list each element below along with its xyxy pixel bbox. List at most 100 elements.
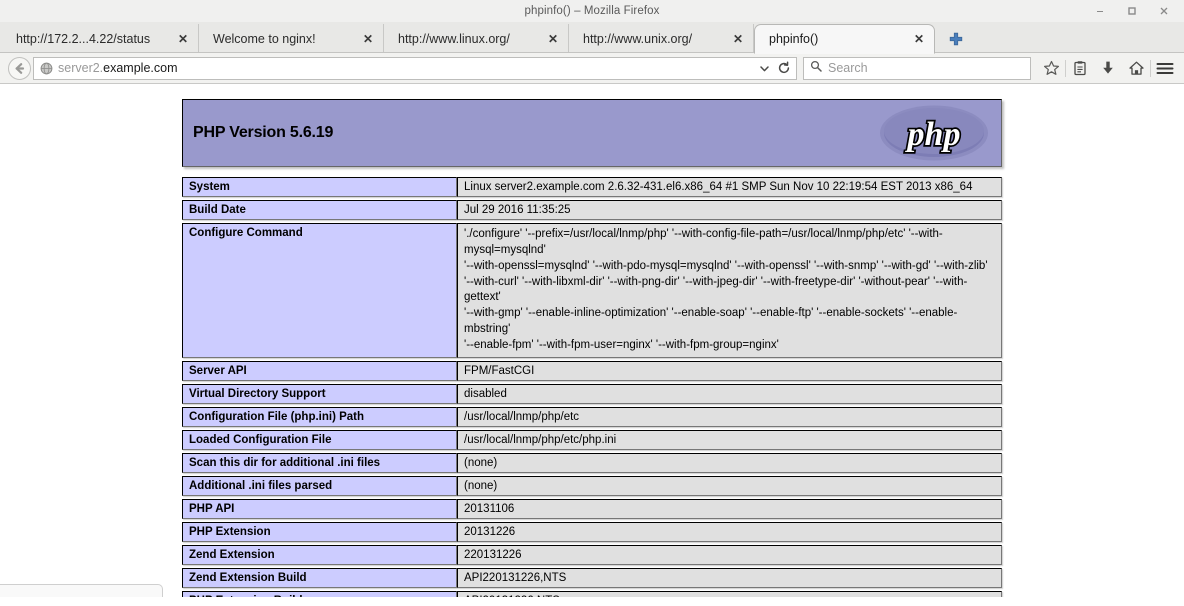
tab-label: http://www.linux.org/: [398, 31, 510, 46]
row-value: (none): [457, 452, 1002, 473]
row-value: (none): [457, 475, 1002, 496]
tab-linux-org[interactable]: http://www.linux.org/ ✕: [384, 24, 569, 53]
url-bar[interactable]: server2.example.com: [33, 56, 797, 80]
configure-line: './configure' '--prefix=/usr/local/lnmp/…: [464, 228, 943, 256]
row-value: 220131226: [457, 544, 1002, 565]
row-key: Build Date: [182, 200, 457, 220]
row-key: Scan this dir for additional .ini files: [182, 452, 457, 473]
row-key: PHP Extension: [182, 521, 457, 542]
back-arrow-icon: [15, 62, 24, 74]
row-value: FPM/FastCGI: [457, 360, 1002, 381]
maximize-button[interactable]: [1116, 0, 1148, 22]
row-key: Additional .ini files parsed: [182, 475, 457, 496]
chevron-down-icon: [759, 65, 769, 71]
tab-close-icon[interactable]: ✕: [178, 33, 188, 45]
svg-text:php: php: [905, 116, 961, 153]
row-value: 20131226: [457, 521, 1002, 542]
tab-bar: http://172.2...4.22/status ✕ Welcome to …: [0, 22, 1184, 54]
plus-icon: [949, 32, 963, 45]
table-row: PHP API 20131106: [182, 498, 1002, 519]
star-icon: [1043, 60, 1059, 75]
url-dropdown-button[interactable]: [754, 58, 774, 79]
tab-close-icon[interactable]: ✕: [363, 33, 373, 45]
table-row: Configure Command './configure' '--prefi…: [182, 223, 1002, 358]
phpinfo-table: System Linux server2.example.com 2.6.32-…: [182, 174, 1002, 597]
row-value: Jul 29 2016 11:35:25: [457, 200, 1002, 220]
status-popup: [0, 584, 163, 597]
reader-list-button[interactable]: [1066, 55, 1094, 81]
tab-unix-org[interactable]: http://www.unix.org/ ✕: [569, 24, 754, 53]
url-prefix: server2.: [58, 61, 104, 75]
url-text: server2.example.com: [58, 61, 754, 75]
tab-label: http://172.2...4.22/status: [16, 31, 151, 46]
search-bar[interactable]: Search: [803, 56, 1031, 80]
minimize-button[interactable]: [1084, 0, 1116, 22]
downloads-button[interactable]: [1094, 55, 1122, 81]
search-input-placeholder: Search: [828, 61, 868, 75]
table-row: Additional .ini files parsed (none): [182, 475, 1002, 496]
table-row: Scan this dir for additional .ini files …: [182, 452, 1002, 473]
configure-line: '--with-curl' '--with-libxml-dir' '--wit…: [464, 275, 968, 304]
row-key: Configure Command: [182, 223, 457, 358]
tab-close-icon[interactable]: ✕: [733, 33, 743, 45]
tab-phpinfo[interactable]: phpinfo() ✕: [754, 24, 935, 54]
page-title: PHP Version 5.6.19: [193, 124, 334, 141]
home-icon: [1128, 61, 1144, 75]
row-key: Server API: [182, 360, 457, 381]
table-row: Server API FPM/FastCGI: [182, 360, 1002, 381]
row-value: API220131226,NTS: [457, 567, 1002, 588]
tab-label: phpinfo(): [769, 32, 819, 46]
globe-icon: [40, 62, 53, 75]
row-key: PHP Extension Build: [182, 590, 457, 597]
php-logo-icon: php: [880, 105, 988, 161]
menu-button[interactable]: [1151, 55, 1179, 81]
tab-close-icon[interactable]: ✕: [914, 33, 924, 45]
row-value: 20131106: [457, 498, 1002, 519]
table-row: Build Date Jul 29 2016 11:35:25: [182, 200, 1002, 220]
window-title: phpinfo() – Mozilla Firefox: [524, 4, 660, 17]
row-key: Zend Extension Build: [182, 567, 457, 588]
table-row: Zend Extension 220131226: [182, 544, 1002, 565]
navigation-toolbar: server2.example.com Search: [0, 53, 1184, 84]
configure-line: '--enable-fpm' '--with-fpm-user=nginx' '…: [464, 339, 779, 352]
php-logo: php: [879, 104, 989, 162]
table-row: PHP Extension 20131226: [182, 521, 1002, 542]
table-row: System Linux server2.example.com 2.6.32-…: [182, 177, 1002, 197]
row-key: System: [182, 177, 457, 197]
back-button[interactable]: [5, 55, 33, 81]
row-value: /usr/local/lnmp/php/etc/php.ini: [457, 429, 1002, 450]
configure-line: '--with-openssl=mysqlnd' '--with-pdo-mys…: [464, 259, 988, 272]
bookmark-star-button[interactable]: [1037, 55, 1065, 81]
row-key: Configuration File (php.ini) Path: [182, 406, 457, 427]
row-key: Loaded Configuration File: [182, 429, 457, 450]
table-row: Configuration File (php.ini) Path /usr/l…: [182, 406, 1002, 427]
table-row: PHP Extension Build API20131226,NTS: [182, 590, 1002, 597]
configure-line: '--with-gmp' '--enable-inline-optimizati…: [464, 307, 958, 336]
tab-close-icon[interactable]: ✕: [548, 33, 558, 45]
clipboard-icon: [1074, 61, 1086, 76]
reload-icon: [778, 61, 790, 74]
row-value: API20131226,NTS: [457, 590, 1002, 597]
reload-button[interactable]: [774, 58, 794, 79]
phpinfo-container: PHP Version 5.6.19 php System Linux serv…: [182, 84, 1002, 597]
row-value: /usr/local/lnmp/php/etc: [457, 406, 1002, 427]
tab-status[interactable]: http://172.2...4.22/status ✕: [2, 24, 199, 53]
window-controls: [1084, 0, 1180, 22]
row-key: Virtual Directory Support: [182, 383, 457, 404]
tab-label: http://www.unix.org/: [583, 31, 693, 46]
tab-nginx[interactable]: Welcome to nginx! ✕: [199, 24, 384, 53]
download-arrow-icon: [1103, 61, 1113, 74]
hamburger-menu-icon: [1156, 62, 1174, 74]
row-value: Linux server2.example.com 2.6.32-431.el6…: [457, 177, 1002, 197]
new-tab-button[interactable]: [939, 24, 973, 53]
close-button[interactable]: [1148, 0, 1180, 22]
row-value: disabled: [457, 383, 1002, 404]
home-button[interactable]: [1122, 55, 1150, 81]
search-icon: [810, 59, 822, 77]
window-titlebar: phpinfo() – Mozilla Firefox: [0, 0, 1184, 22]
row-key: PHP API: [182, 498, 457, 519]
row-value-configure-command: './configure' '--prefix=/usr/local/lnmp/…: [457, 223, 1002, 358]
tab-label: Welcome to nginx!: [213, 31, 316, 46]
table-row: Zend Extension Build API220131226,NTS: [182, 567, 1002, 588]
url-domain: example.com: [103, 61, 178, 75]
